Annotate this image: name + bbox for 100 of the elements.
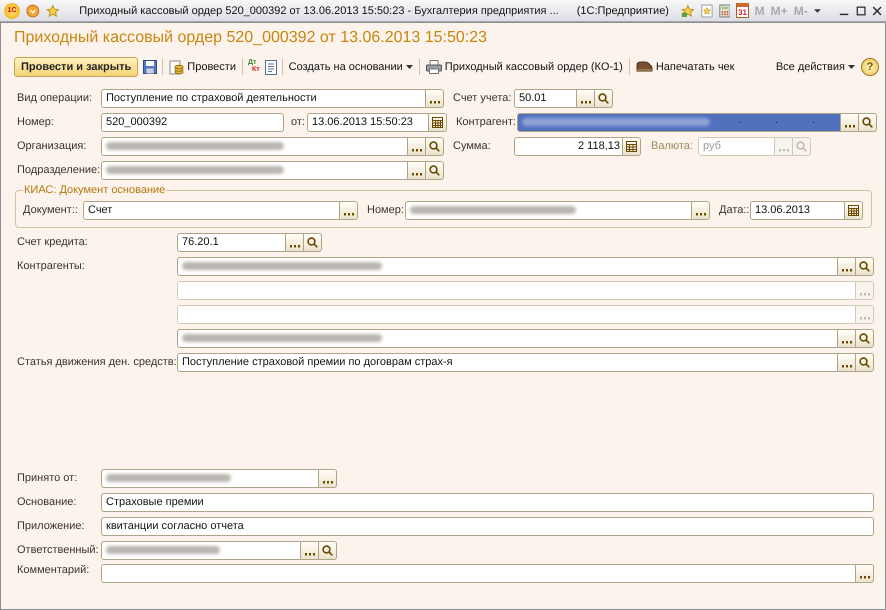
field-label: Основание:	[17, 496, 78, 508]
field-label: Организация:	[17, 140, 88, 152]
search-icon	[859, 332, 870, 344]
calendar-button[interactable]	[429, 112, 447, 132]
search-icon	[859, 356, 870, 368]
field-label: Подразделение:	[17, 164, 101, 176]
choose-button[interactable]	[692, 200, 710, 220]
create-based-on-button[interactable]: Создать на основании	[288, 57, 414, 77]
field-label: от:	[291, 116, 306, 128]
printer-icon	[426, 60, 442, 74]
input-field[interactable]	[101, 136, 408, 156]
field-label: Приложение:	[17, 520, 86, 532]
dropdown-icon[interactable]	[26, 2, 40, 18]
caret-icon	[406, 65, 413, 69]
search-icon	[862, 116, 873, 128]
search-button[interactable]	[856, 352, 874, 372]
field-label: Статья движения ден. средств:	[17, 356, 177, 368]
ellipsis-icon	[322, 480, 332, 484]
choose-button[interactable]	[838, 352, 856, 372]
choose-button[interactable]	[408, 160, 426, 180]
input-field[interactable]: 13.06.2013	[750, 200, 845, 220]
input-field[interactable]: 50.01	[514, 88, 577, 108]
input-field[interactable]	[177, 256, 838, 276]
ellipsis-icon	[412, 148, 422, 152]
calculator-icon	[626, 140, 637, 152]
input-field[interactable]: Счет	[83, 200, 340, 220]
search-button[interactable]	[856, 256, 874, 276]
close-icon[interactable]	[872, 4, 882, 16]
input-field[interactable]: квитанции согласно отчета	[101, 516, 874, 536]
input-field[interactable]	[101, 468, 319, 488]
ellipsis-icon	[290, 244, 300, 248]
field-label: Сумма:	[453, 140, 492, 152]
ellipsis-icon	[580, 100, 590, 104]
post-and-close-button[interactable]: Провести и закрыть	[14, 57, 138, 77]
input-field[interactable]: 2 118,13	[514, 136, 623, 156]
caret-icon[interactable]	[814, 8, 820, 14]
input-field[interactable]	[101, 564, 856, 583]
document-icon[interactable]	[264, 60, 277, 74]
choose-button[interactable]	[838, 328, 856, 348]
ellipsis-icon	[412, 172, 422, 176]
search-button[interactable]	[304, 232, 322, 252]
choose-button[interactable]	[301, 540, 319, 560]
help-button[interactable]: ?	[861, 58, 879, 76]
input-field[interactable]: Поступление страховой премии по договрам страх-я	[177, 352, 838, 372]
choose-button[interactable]	[841, 112, 859, 132]
search-button[interactable]	[426, 136, 444, 156]
choose-button[interactable]	[856, 564, 874, 583]
input-field[interactable]	[517, 112, 841, 132]
input-field[interactable]: 520_000392	[101, 112, 284, 132]
ellipsis-icon	[304, 552, 314, 556]
app-name: (1С:Предприятие)	[576, 4, 669, 16]
choose-button[interactable]	[319, 468, 337, 488]
input-field[interactable]	[177, 328, 838, 348]
field-label: Принято от:	[17, 472, 78, 484]
ellipsis-icon	[842, 268, 852, 272]
field-label: Дата::	[719, 204, 750, 216]
calendar-button[interactable]	[845, 200, 863, 220]
input-field[interactable]: 76.20.1	[177, 232, 286, 252]
star-add-icon[interactable]	[680, 2, 695, 18]
choose-button[interactable]	[286, 232, 304, 252]
search-button[interactable]	[426, 160, 444, 180]
field-label: Номер:	[367, 204, 405, 216]
input-field[interactable]: 13.06.2013 15:50:23	[307, 112, 429, 132]
calendar-icon[interactable]: 31	[736, 3, 749, 18]
calculator-icon[interactable]	[718, 2, 730, 18]
window-title: Приходный кассовый ордер 520_000392 от 13.06.2013 15:50:23 - Бухгалтерия предприятия ...	[79, 4, 559, 16]
choose-button[interactable]	[838, 256, 856, 276]
all-actions-button[interactable]: Все действия	[774, 57, 856, 77]
shoe-icon	[636, 61, 653, 73]
ellipsis-icon	[344, 212, 354, 216]
input-field[interactable]	[101, 160, 408, 180]
calculator-button[interactable]	[623, 136, 641, 156]
input-field[interactable]: Поступление по страховой деятельности	[101, 88, 426, 108]
save-icon[interactable]	[143, 60, 158, 74]
maximize-icon[interactable]	[856, 4, 866, 16]
ellipsis-icon	[430, 100, 440, 104]
field-label: Валюта:	[651, 140, 694, 152]
form-title: Приходный кассовый ордер 520_000392 от 13.06.2013 15:50:23	[13, 28, 488, 48]
input-field[interactable]	[101, 540, 301, 560]
choose-button[interactable]	[340, 200, 358, 220]
field-label: Счет кредита:	[17, 236, 89, 248]
input-field[interactable]: Страховые премии	[101, 492, 874, 512]
search-button[interactable]	[859, 112, 877, 132]
choose-button[interactable]	[426, 88, 444, 108]
choose-button[interactable]	[408, 136, 426, 156]
input-field[interactable]	[405, 200, 692, 220]
search-button[interactable]	[856, 328, 874, 348]
star-icon[interactable]	[46, 2, 60, 18]
search-button[interactable]	[595, 88, 613, 108]
ellipsis-icon	[778, 148, 788, 152]
search-button[interactable]	[319, 540, 337, 560]
ellipsis-icon	[842, 364, 852, 368]
calendar-icon	[432, 116, 443, 128]
search-icon	[598, 92, 609, 104]
print-button[interactable]: Приходный кассовый ордер (КО-1)	[424, 57, 624, 77]
print-receipt-button[interactable]: Напечатать чек	[634, 57, 736, 77]
search-icon	[322, 544, 333, 556]
post-button[interactable]: Провести	[168, 57, 237, 77]
choose-button[interactable]	[577, 88, 595, 108]
ellipsis-icon	[844, 124, 854, 128]
